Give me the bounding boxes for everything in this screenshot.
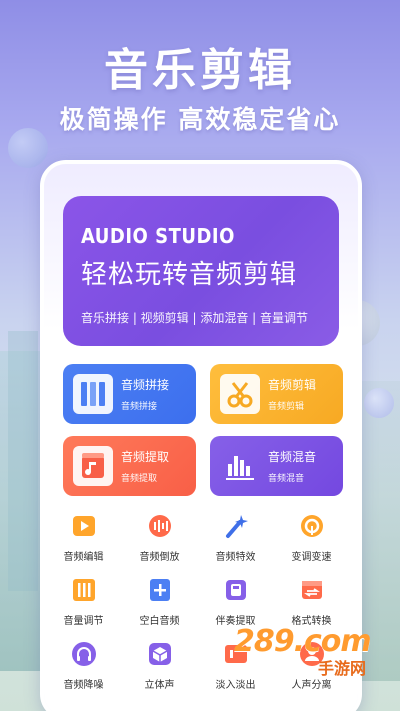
audio-extract-icon (73, 446, 113, 486)
volume-sliders-icon (70, 576, 98, 604)
tool-label: 淡入淡出 (215, 680, 256, 691)
hero-brand: AUDIO STUDIO (81, 224, 235, 248)
card-title: 音频混音 (268, 450, 317, 464)
card-subtitle: 音频混音 (268, 474, 305, 484)
tool-label: 空白音频 (139, 616, 180, 627)
tool-pitch-speed[interactable]: 变调变速 (274, 512, 349, 563)
tool-label: 音频降噪 (63, 680, 104, 691)
card-title: 音频拼接 (121, 378, 170, 392)
pitch-icon (298, 512, 326, 540)
card-title: 音频剪辑 (268, 378, 317, 392)
tool-label: 音频倒放 (139, 552, 180, 563)
play-edit-icon (70, 512, 98, 540)
hero-slogan: 轻松玩转音频剪辑 (81, 260, 298, 290)
tool-label: 音量调节 (63, 616, 104, 627)
tool-format-convert[interactable]: 格式转换 (274, 576, 349, 627)
hero-banner[interactable]: AUDIO STUDIO 轻松玩转音频剪辑 音乐拼接 | 视频剪辑 | 添加混音… (63, 196, 339, 346)
audio-cut-card[interactable]: 音频剪辑 音频剪辑 (210, 364, 343, 424)
banner-subtitle: 极简操作 高效稳定省心 (59, 105, 341, 134)
magic-wand-icon (222, 512, 250, 540)
banner-title: 音乐剪辑 (104, 45, 296, 96)
decor-sphere (364, 388, 394, 418)
scissors-icon (220, 374, 260, 414)
audio-merge-card[interactable]: 音频拼接 音频拼接 (63, 364, 196, 424)
tool-label: 立体声 (144, 680, 175, 691)
audio-extract-card[interactable]: 音频提取 音频提取 (63, 436, 196, 496)
mixer-icon (220, 446, 260, 486)
convert-icon (298, 576, 326, 604)
headphones-icon (70, 640, 98, 668)
card-title: 音频提取 (121, 450, 170, 464)
tool-denoise[interactable]: 音频降噪 (46, 640, 121, 691)
audio-merge-icon (73, 374, 113, 414)
card-subtitle: 音频剪辑 (268, 402, 305, 412)
tool-stereo[interactable]: 立体声 (122, 640, 197, 691)
reverse-icon (146, 512, 174, 540)
card-subtitle: 音频提取 (121, 474, 158, 484)
accompaniment-icon (222, 576, 250, 604)
tool-label: 音频特效 (215, 552, 256, 563)
tool-volume[interactable]: 音量调节 (46, 576, 121, 627)
tool-audio-effects[interactable]: 音频特效 (198, 512, 273, 563)
card-subtitle: 音频拼接 (121, 402, 158, 412)
tool-audio-reverse[interactable]: 音频倒放 (122, 512, 197, 563)
tool-label: 变调变速 (291, 552, 332, 563)
background-building-left-2 (8, 331, 38, 591)
audio-mix-card[interactable]: 音频混音 音频混音 (210, 436, 343, 496)
tool-blank-audio[interactable]: 空白音频 (122, 576, 197, 627)
watermark-text: 手游网 (318, 659, 367, 678)
tool-audio-edit[interactable]: 音频编辑 (46, 512, 121, 563)
cube-icon (146, 640, 174, 668)
tool-accompaniment[interactable]: 伴奏提取 (198, 576, 273, 627)
watermark-logo: 289.com (234, 624, 372, 659)
hero-tags: 音乐拼接 | 视频剪辑 | 添加混音 | 音量调节 (81, 311, 309, 325)
tool-label: 音频编辑 (63, 552, 104, 563)
plus-file-icon (146, 576, 174, 604)
